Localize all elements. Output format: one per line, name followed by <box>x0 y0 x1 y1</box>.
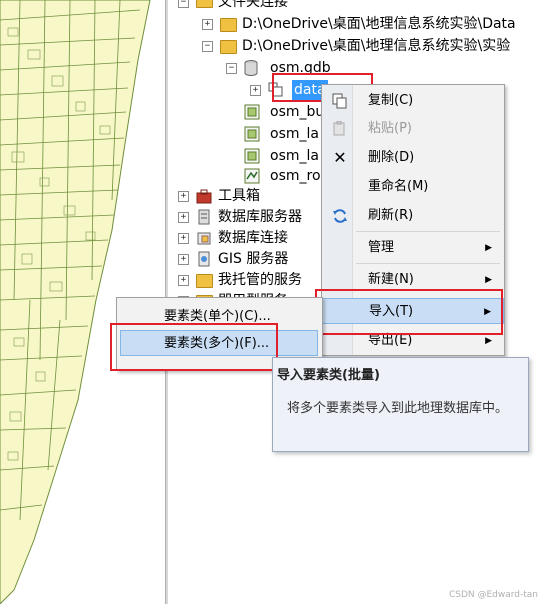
toolbox-icon <box>196 188 212 204</box>
menu-item-refresh[interactable]: 刷新(R) <box>322 203 504 229</box>
menu-item-label: 重命名(M) <box>368 179 429 194</box>
refresh-icon <box>332 208 348 224</box>
tree-item-label: 数据库服务器 <box>218 209 302 225</box>
tree-item-label: osm_la <box>270 148 319 164</box>
database-connection-icon <box>196 230 212 246</box>
tree-item-label: 文件夹连接 <box>218 0 288 10</box>
tree-item-label: osm_bu <box>270 104 325 120</box>
menu-item-label: 导入(T) <box>369 304 414 319</box>
submenu-arrow-icon: ▶ <box>485 243 492 253</box>
folder-icon <box>220 18 237 32</box>
folder-icon <box>220 40 237 54</box>
hosted-services-icon <box>196 274 213 288</box>
database-server-icon <box>196 209 212 225</box>
line-feature-class-icon <box>244 168 260 184</box>
tree-item-label: 工具箱 <box>218 188 260 204</box>
tooltip-title: 导入要素类(批量) <box>277 368 380 383</box>
gis-server-icon <box>196 251 212 267</box>
folder-connections-icon <box>196 0 213 8</box>
tree-item-label: osm.gdb <box>270 60 331 76</box>
expand-icon[interactable]: + <box>178 233 189 244</box>
polygon-feature-class-icon <box>244 148 260 164</box>
menu-item-label: 导出(E) <box>368 333 413 348</box>
submenu-arrow-icon: ▶ <box>485 336 492 346</box>
delete-icon: ✕ <box>333 148 347 167</box>
collapse-icon[interactable]: − <box>226 63 237 74</box>
tree-item-label: osm_ro <box>270 168 321 184</box>
tooltip-body: 将多个要素类导入到此地理数据库中。 <box>287 401 509 416</box>
menu-item-label: 要素类(单个)(C)... <box>164 309 271 324</box>
polygon-feature-class-icon <box>244 126 260 142</box>
menu-item-new[interactable]: 新建(N) ▶ <box>322 267 504 293</box>
menu-item-label: 删除(D) <box>368 150 415 165</box>
expand-icon[interactable]: + <box>202 19 213 30</box>
menu-item-delete[interactable]: ✕ 删除(D) <box>322 145 504 171</box>
expand-icon[interactable]: + <box>178 212 189 223</box>
database-icon <box>244 60 260 76</box>
menu-item-paste[interactable]: 粘贴(P) <box>322 116 504 142</box>
menu-item-label: 新建(N) <box>368 272 414 287</box>
menu-item-label: 要素类(多个)(F)... <box>164 336 270 351</box>
tree-item-label: 数据库连接 <box>218 230 288 246</box>
tree-item-label: GIS 服务器 <box>218 251 289 267</box>
submenu-item-multiple[interactable]: 要素类(多个)(F)... <box>120 330 318 356</box>
feature-dataset-icon <box>268 82 284 98</box>
watermark: CSDN @Edward-tan <box>448 590 538 600</box>
copy-icon <box>332 93 348 109</box>
collapse-icon[interactable]: − <box>178 0 189 8</box>
menu-item-label: 管理 <box>368 240 395 255</box>
context-menu: 复制(C) 粘贴(P) ✕ 删除(D) 重命名(M) 刷新(R) 管理 ▶ 新建… <box>321 84 505 356</box>
menu-separator <box>356 231 500 232</box>
submenu-item-single[interactable]: 要素类(单个)(C)... <box>120 304 318 330</box>
menu-item-label: 粘贴(P) <box>368 121 412 136</box>
paste-icon <box>332 120 348 137</box>
menu-item-manage[interactable]: 管理 ▶ <box>322 235 504 261</box>
tooltip: 导入要素类(批量) 将多个要素类导入到此地理数据库中。 <box>272 357 529 452</box>
tree-item-label: osm_la <box>270 126 319 142</box>
polygon-feature-class-icon <box>244 104 260 120</box>
expand-icon[interactable]: + <box>178 275 189 286</box>
expand-icon[interactable]: + <box>250 85 261 96</box>
submenu-arrow-icon: ▶ <box>485 275 492 285</box>
submenu-arrow-icon: ▶ <box>484 307 491 317</box>
tree-item-label: 我托管的服务 <box>218 272 302 288</box>
expand-icon[interactable]: + <box>178 191 189 202</box>
menu-item-rename[interactable]: 重命名(M) <box>322 174 504 200</box>
expand-icon[interactable]: + <box>178 254 189 265</box>
tree-item-label: D:\OneDrive\桌面\地理信息系统实验\实验 <box>242 38 511 54</box>
collapse-icon[interactable]: − <box>202 41 213 52</box>
tree-item-label: D:\OneDrive\桌面\地理信息系统实验\Data <box>242 16 516 32</box>
menu-item-label: 刷新(R) <box>368 208 414 223</box>
menu-item-export[interactable]: 导出(E) ▶ <box>322 328 504 354</box>
menu-separator <box>356 263 500 264</box>
menu-item-import[interactable]: 导入(T) ▶ <box>322 298 504 324</box>
menu-item-copy[interactable]: 复制(C) <box>322 88 504 114</box>
menu-item-label: 复制(C) <box>368 93 414 108</box>
